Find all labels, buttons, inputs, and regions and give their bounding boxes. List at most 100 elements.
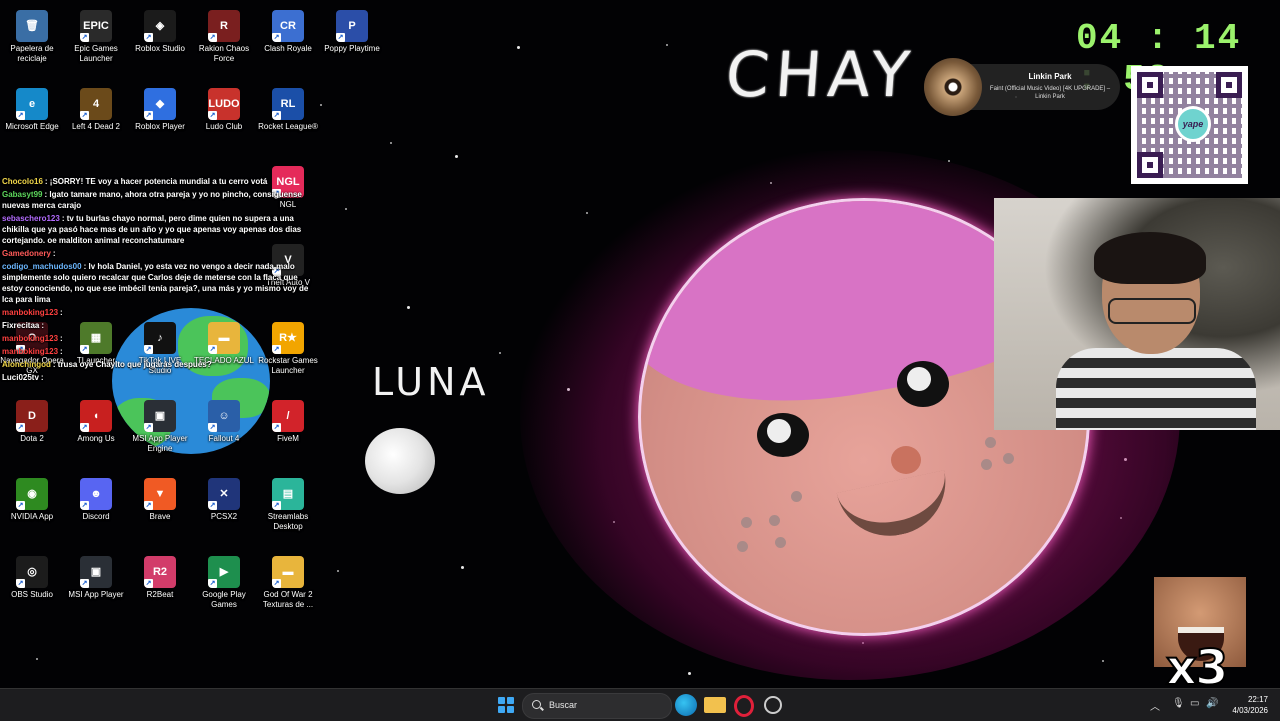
desktop-shortcut[interactable]: ▬ ↗ God Of War 2 Texturas de ... — [256, 552, 320, 622]
taskbar-search-box[interactable]: Buscar — [522, 693, 672, 719]
file-explorer-taskbar-icon[interactable] — [704, 697, 726, 713]
chat-username: manboking123 — [2, 347, 59, 356]
shortcut-arrow-icon: ↗ — [80, 501, 89, 510]
shortcut-arrow-icon: ↗ — [80, 579, 89, 588]
desktop-shortcut[interactable]: R2 ↗ R2Beat — [128, 552, 192, 622]
desktop-shortcut[interactable]: RL ↗ Rocket League® — [256, 84, 320, 154]
pcsx2-icon: ✕ ↗ — [208, 478, 240, 510]
luna-label: LUNA — [372, 360, 490, 404]
system-clock[interactable]: 22:17 4/03/2026 — [1224, 694, 1268, 716]
webcam-feed — [994, 198, 1280, 430]
desktop-shortcut[interactable]: R ↗ Rakion Chaos Force — [192, 6, 256, 76]
desktop-shortcut[interactable]: CR ↗ Clash Royale — [256, 6, 320, 76]
desktop-shortcut[interactable]: ◉ ↗ NVIDIA App — [0, 474, 64, 544]
chat-message: Chocolo16: ¡SORRY! TE voy a hacer potenc… — [2, 176, 312, 187]
roblox-player-icon: ◆ ↗ — [144, 88, 176, 120]
desktop-shortcut-label: Left 4 Dead 2 — [71, 122, 121, 131]
shortcut-arrow-icon: ↗ — [144, 501, 153, 510]
desktop-shortcut[interactable]: e ↗ Microsoft Edge — [0, 84, 64, 154]
desktop-shortcut-label: Google Play Games — [202, 590, 246, 609]
chat-username: Fixrecitaa — [2, 321, 40, 330]
shortcut-arrow-icon: ↗ — [80, 33, 89, 42]
folder-icon: ▬ ↗ — [272, 556, 304, 588]
desktop-shortcut[interactable]: P ↗ Poppy Playtime — [320, 6, 384, 76]
obs-taskbar-icon[interactable] — [764, 696, 782, 714]
shortcut-arrow-icon: ↗ — [272, 111, 281, 120]
poppy-playtime-icon: P ↗ — [336, 10, 368, 42]
desktop-shortcut[interactable]: D ↗ Dota 2 — [0, 396, 64, 466]
now-playing-artist: Linkin Park — [1028, 72, 1072, 81]
desktop-shortcut[interactable]: ▶ ↗ Google Play Games — [192, 552, 256, 622]
taskbar: Buscar ︿ 🎙 ▭ 🔊 22:17 4/03/2026 — [0, 688, 1280, 721]
desktop-shortcut[interactable]: ▣ ↗ MSI App Player Engine — [128, 396, 192, 466]
clash-royale-icon: CR ↗ — [272, 10, 304, 42]
planet-eye-right — [897, 361, 949, 407]
volume-icon[interactable]: 🔊 — [1206, 698, 1218, 709]
network-icon[interactable]: ▭ — [1190, 698, 1199, 709]
shortcut-arrow-icon: ↗ — [272, 501, 281, 510]
desktop-shortcut-label: Clash Royale — [264, 44, 312, 53]
shortcut-arrow-icon: ↗ — [272, 423, 281, 432]
desktop-shortcut[interactable]: ◆ ↗ Roblox Player — [128, 84, 192, 154]
desktop-shortcut[interactable]: ◖ ↗ Among Us — [64, 396, 128, 466]
desktop-shortcut-label: Roblox Studio — [135, 44, 185, 53]
ludo-club-icon: LUDO ↗ — [208, 88, 240, 120]
desktop-shortcut-label: Streamlabs Desktop — [267, 512, 309, 531]
desktop-shortcut[interactable]: ☺ ↗ Fallout 4 — [192, 396, 256, 466]
epic-games-icon: EPIC ↗ — [80, 10, 112, 42]
moon-drawing — [365, 428, 435, 494]
now-playing-track: Faint (Official Music Video) [4K UPGRADE… — [989, 86, 1111, 100]
tray-chevron-icon[interactable]: ︿ — [1150, 698, 1160, 713]
shortcut-arrow-icon: ↗ — [208, 501, 217, 510]
chat-message: sebaschero123: tv tu burlas chayo normal… — [2, 213, 312, 246]
chat-username: codigo_machudos00 — [2, 262, 82, 271]
opera-gx-taskbar-icon[interactable] — [734, 695, 754, 717]
planet-eye-left — [757, 413, 809, 457]
planet-mouth — [836, 470, 956, 546]
chat-text: : — [52, 249, 56, 258]
multiplier-overlay: x3 — [1165, 639, 1229, 688]
desktop-shortcut-label: PCSX2 — [210, 512, 238, 521]
shortcut-arrow-icon: ↗ — [272, 579, 281, 588]
desktop-shortcut[interactable]: / ↗ FiveM — [256, 396, 320, 466]
among-us-icon: ◖ ↗ — [80, 400, 112, 432]
chat-text: : — [40, 373, 44, 382]
chat-message: codigo_machudos00: lv hola Daniel, yo es… — [2, 261, 312, 305]
desktop-shortcut-label: Microsoft Edge — [5, 122, 59, 131]
chat-text: : — [41, 321, 45, 330]
shortcut-arrow-icon: ↗ — [336, 33, 345, 42]
r2beat-icon: R2 ↗ — [144, 556, 176, 588]
desktop-shortcut[interactable]: EPIC ↗ Epic Games Launcher — [64, 6, 128, 76]
edge-taskbar-icon[interactable] — [675, 694, 697, 716]
desktop-shortcut-label: NVIDIA App — [10, 512, 54, 521]
desktop-shortcut[interactable]: ☻ ↗ Discord — [64, 474, 128, 544]
desktop-shortcut[interactable]: 4 ↗ Left 4 Dead 2 — [64, 84, 128, 154]
shortcut-arrow-icon: ↗ — [16, 579, 25, 588]
desktop-shortcut[interactable]: ▤ ↗ Streamlabs Desktop — [256, 474, 320, 544]
edge-icon: e ↗ — [16, 88, 48, 120]
chat-message: manboking123: — [2, 346, 312, 357]
shortcut-arrow-icon: ↗ — [208, 33, 217, 42]
webcam-person-shirt — [1056, 348, 1256, 430]
discord-icon: ☻ ↗ — [80, 478, 112, 510]
desktop-shortcut[interactable]: ▼ ↗ Brave — [128, 474, 192, 544]
desktop-shortcut-label: Brave — [149, 512, 171, 521]
windows-start-button[interactable] — [498, 697, 514, 713]
fivem-icon: / ↗ — [272, 400, 304, 432]
desktop-shortcut[interactable]: ◎ ↗ OBS Studio — [0, 552, 64, 622]
desktop-shortcut[interactable]: 🗑 Papelera de reciclaje — [0, 6, 64, 76]
desktop-shortcut-label: Rocket League® — [258, 122, 318, 131]
shortcut-arrow-icon: ↗ — [16, 111, 25, 120]
stream-chat-overlay: Chocolo16: ¡SORRY! TE voy a hacer potenc… — [2, 176, 312, 385]
desktop-shortcut[interactable]: ▣ ↗ MSI App Player — [64, 552, 128, 622]
desktop-shortcut[interactable]: LUDO ↗ Ludo Club — [192, 84, 256, 154]
chat-text: : trusa oye Chaylto que jugarás después? — [52, 360, 212, 369]
microphone-icon[interactable]: 🎙 — [1172, 698, 1185, 709]
shortcut-arrow-icon: ↗ — [208, 423, 217, 432]
desktop-shortcut[interactable]: ✕ ↗ PCSX2 — [192, 474, 256, 544]
desktop-shortcut-label: Papelera de reciclaje — [10, 44, 54, 63]
desktop-shortcut-label: Epic Games Launcher — [74, 44, 118, 63]
desktop-shortcut[interactable]: ◈ ↗ Roblox Studio — [128, 6, 192, 76]
desktop-shortcut-label: Ludo Club — [205, 122, 243, 131]
google-play-games-icon: ▶ ↗ — [208, 556, 240, 588]
